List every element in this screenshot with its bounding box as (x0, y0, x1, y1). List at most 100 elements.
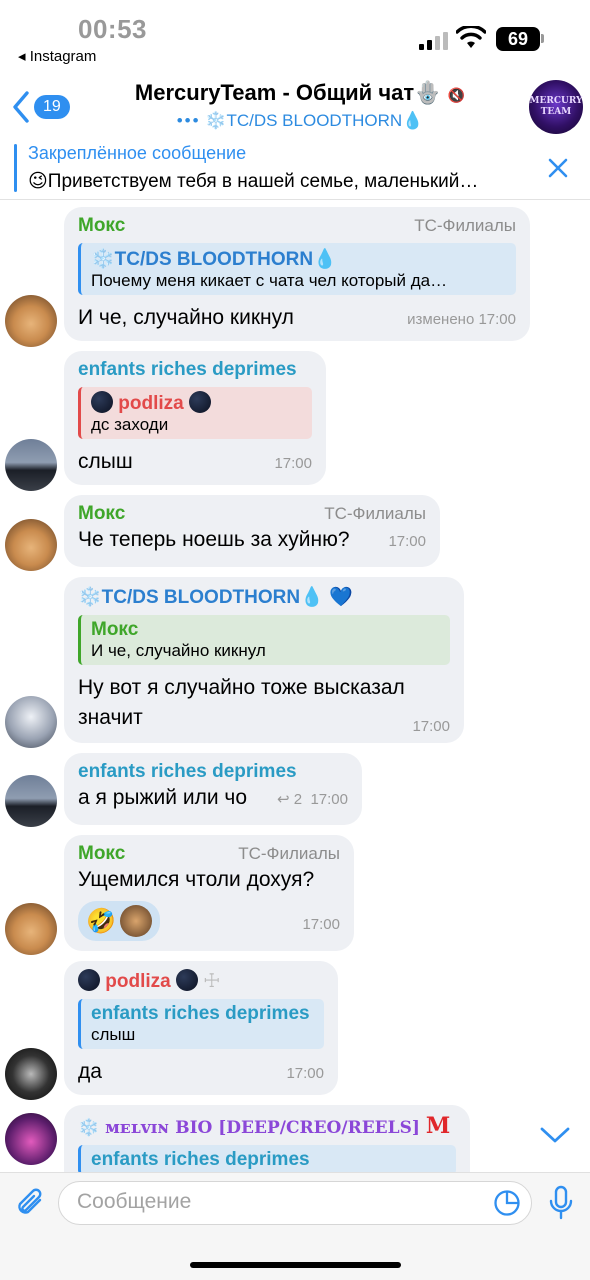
pinned-text: 😉Приветствуем тебя в нашей семье, малень… (28, 171, 479, 192)
group-avatar-logo: MERCURY TEAM (529, 96, 583, 117)
avatar[interactable] (5, 903, 57, 955)
avatar[interactable] (5, 1048, 57, 1100)
reply-name: Мокс (91, 619, 139, 640)
message-bubble[interactable]: podliza ☩ enfants riches deprimes слыш д… (64, 961, 338, 1095)
status-time: 00:53 (78, 14, 147, 44)
reply-arrow-icon: ↩ (277, 791, 290, 808)
avatar[interactable] (5, 696, 57, 748)
message-text: слыш (78, 450, 133, 473)
reply-name: enfants riches deprimes (91, 1003, 310, 1024)
sender-name[interactable]: podliza ☩ (78, 969, 324, 993)
typing-dots-icon: ••• (176, 111, 201, 130)
reply-quote[interactable]: podliza дс заходи (78, 387, 312, 439)
message-bubble[interactable]: enfants riches deprimes а я рыжий или чо… (64, 753, 362, 825)
message-text: И че, случайно кикнул (78, 306, 294, 329)
sender-role: TC-Филиалы (238, 844, 340, 863)
signal-icon (419, 32, 451, 50)
reply-text: слыш (91, 1025, 136, 1044)
battery-tip (541, 34, 544, 43)
message-text: да (78, 1060, 102, 1083)
mic-icon[interactable] (548, 1185, 574, 1221)
reply-name: enfants riches deprimes (91, 1149, 310, 1170)
message-bubble[interactable]: ❄️ ᴍᴇʟᴠɪɴ BIO [DEEP/CREO/REELS] M enfant… (64, 1105, 470, 1172)
sender-name[interactable]: enfants riches deprimes (78, 359, 312, 381)
message-time: 17:00 (274, 455, 312, 472)
avatar[interactable] (5, 295, 57, 347)
pinned-title: Закреплённое сообщение (28, 143, 247, 163)
chat-title-area[interactable]: MercuryTeam - Общий чат🪬 🔇 ••• ❄️TC/DS B… (110, 80, 490, 131)
pinned-bar (14, 144, 17, 192)
message-list[interactable]: Мокс TC-Филиалы ❄️TC/DS BLOODTHORN💧 Поче… (0, 201, 590, 1172)
avatar[interactable] (5, 1113, 57, 1165)
snowflake-icon: ❄️ (78, 1118, 100, 1138)
sender-name[interactable]: Мокс (78, 843, 125, 865)
sticker-icon[interactable] (493, 1189, 521, 1217)
avatar[interactable] (5, 775, 57, 827)
sender-role: TC-Филиалы (414, 216, 516, 235)
sender-name[interactable]: ❄️ ᴍᴇʟᴠɪɴ BIO [DEEP/CREO/REELS] M (78, 1113, 456, 1139)
chat-subtitle: ••• ❄️TC/DS BLOODTHORN💧 (110, 111, 490, 131)
sender-role: TC-Филиалы (324, 504, 426, 523)
group-avatar[interactable]: MERCURY TEAM (529, 80, 583, 134)
sender-name[interactable]: ❄️TC/DS BLOODTHORN💧 💙 (78, 585, 450, 609)
chevron-left-icon (13, 91, 29, 123)
message-time: 17:00 (302, 915, 340, 933)
unread-count-badge: 19 (34, 95, 70, 119)
typing-user: ❄️TC/DS BLOODTHORN💧 (205, 111, 424, 130)
message-bubble[interactable]: ❄️TC/DS BLOODTHORN💧 💙 Мокс И че, случайн… (64, 577, 464, 743)
reply-name: podliza (91, 391, 302, 415)
status-bar: 00:53 ◂ Instagram 69 (0, 0, 590, 72)
reaction-chip[interactable]: 🤣 (78, 901, 160, 941)
message-field[interactable] (58, 1181, 532, 1225)
message-bubble[interactable]: Мокс TC-Филиалы ❄️TC/DS BLOODTHORN💧 Поче… (64, 207, 530, 341)
dark-orb-icon (78, 969, 100, 991)
message-time: 17:00 (412, 718, 450, 735)
message-time: 17:00 (286, 1065, 324, 1082)
sender-name[interactable]: Мокс (78, 215, 125, 237)
message-text: Ну вот я случайно тоже высказал значит (78, 676, 405, 729)
mute-icon: 🔇 (447, 87, 466, 103)
back-to-instagram[interactable]: ◂ Instagram (18, 47, 96, 65)
message-text: Че теперь ноешь за хуйню? (78, 528, 350, 551)
dark-orb-icon (189, 391, 212, 413)
reply-quote[interactable]: enfants riches deprimes слыш (78, 999, 324, 1049)
avatar[interactable] (5, 519, 57, 571)
reply-quote[interactable]: enfants riches deprimes (78, 1145, 456, 1172)
message-bubble[interactable]: Мокс TC-Филиалы Ущемился чтоли дохуя? 🤣 … (64, 835, 354, 951)
reply-text: дс заходи (91, 415, 169, 434)
reply-name: ❄️TC/DS BLOODTHORN💧 (91, 249, 337, 270)
message-meta: ↩ 2 17:00 (277, 790, 348, 808)
message-time: изменено 17:00 (407, 311, 516, 328)
reply-quote[interactable]: ❄️TC/DS BLOODTHORN💧 Почему меня кикает с… (78, 243, 516, 295)
back-button[interactable]: 19 (10, 90, 70, 124)
sender-name-text: podliza (105, 971, 171, 992)
hamsa-icon: 🪬 (414, 80, 442, 105)
chat-title-text: MercuryTeam - Общий чат (134, 80, 415, 105)
message-text: Ущемился чтоли дохуя? (78, 868, 315, 891)
cross-icon: ☩ (203, 971, 221, 992)
pinned-message[interactable]: Закреплённое сообщение 😉Приветствуем теб… (0, 140, 590, 200)
reply-text: Почему меня кикает с чата чел который да… (91, 271, 448, 290)
message-input[interactable] (77, 1190, 477, 1214)
chat-header: 19 MercuryTeam - Общий чат🪬 🔇 ••• ❄️TC/D… (0, 72, 590, 138)
attach-icon[interactable] (14, 1186, 46, 1220)
reply-quote[interactable]: Мокс И че, случайно кикнул (78, 615, 450, 665)
avatar[interactable] (5, 439, 57, 491)
sender-name[interactable]: enfants riches deprimes (78, 761, 348, 783)
reply-count: 2 (293, 791, 303, 808)
reactor-avatar (119, 905, 152, 937)
chat-title: MercuryTeam - Общий чат🪬 🔇 (110, 80, 490, 106)
scroll-down-button[interactable] (538, 1125, 572, 1145)
message-text: а я рыжий или чо (78, 786, 248, 809)
message-bubble[interactable]: enfants riches deprimes podliza дс заход… (64, 351, 326, 485)
composer (0, 1172, 590, 1234)
m-logo-icon: M (425, 1113, 451, 1139)
message-bubble[interactable]: Мокс TC-Филиалы Че теперь ноешь за хуйню… (64, 495, 440, 567)
blue-heart-icon: 💙 (329, 587, 353, 608)
reply-name-text: podliza (118, 393, 184, 414)
home-indicator (190, 1262, 401, 1268)
message-time: 17:00 (388, 533, 426, 550)
sender-name[interactable]: Мокс (78, 503, 125, 525)
close-icon[interactable] (547, 157, 569, 179)
dark-orb-icon (91, 391, 113, 413)
